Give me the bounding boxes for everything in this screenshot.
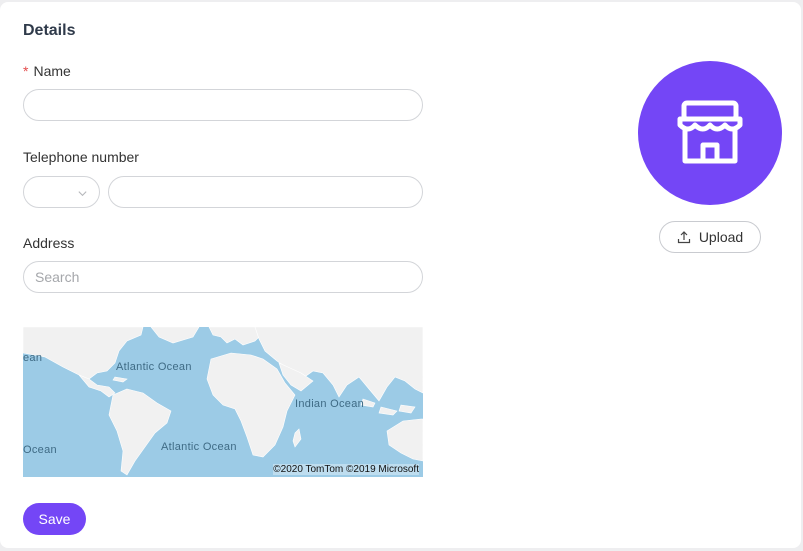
map-label: ean	[23, 352, 43, 364]
map-copyright: ©2020 TomTom ©2019 Microsoft	[273, 464, 419, 475]
store-avatar	[638, 61, 782, 205]
telephone-input[interactable]	[108, 176, 423, 208]
telephone-label: Telephone number	[23, 149, 139, 165]
map-label: Indian Ocean	[295, 398, 365, 410]
name-label-text: Name	[33, 63, 71, 79]
address-search-input[interactable]	[23, 261, 423, 293]
name-input[interactable]	[23, 89, 423, 121]
name-label: * Name	[23, 63, 71, 79]
upload-label: Upload	[698, 229, 744, 245]
map-label: Atlantic Ocean	[116, 361, 192, 373]
save-button[interactable]: Save	[23, 503, 86, 535]
required-mark: *	[23, 63, 29, 79]
section-title: Details	[23, 22, 76, 39]
store-icon	[677, 100, 743, 164]
map[interactable]: ean Atlantic Ocean Indian Ocean Ocean At…	[23, 327, 423, 477]
map-label: Ocean	[23, 444, 57, 456]
upload-button[interactable]: Upload	[659, 221, 761, 253]
country-code-select[interactable]	[23, 176, 100, 208]
details-card: Details *Name Telephone number Address	[0, 2, 801, 548]
chevron-down-icon	[77, 186, 88, 204]
upload-icon	[677, 231, 690, 244]
address-label: Address	[23, 235, 75, 251]
map-label: Atlantic Ocean	[161, 441, 237, 453]
